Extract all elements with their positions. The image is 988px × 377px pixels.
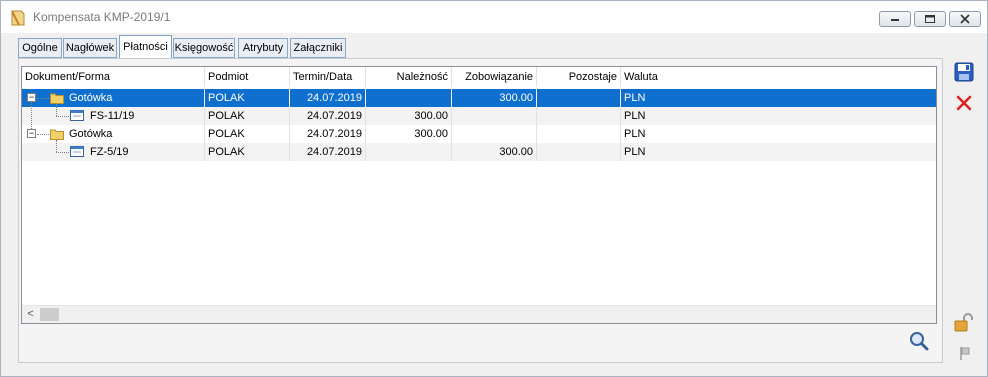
maximize-button[interactable] [914, 11, 946, 27]
save-icon[interactable] [953, 61, 975, 83]
receivable-cell [366, 143, 452, 161]
table-row[interactable]: − Gotówka POLAK 24.07.2019 300.00 PLN [22, 125, 936, 143]
compensation-window: Kompensata KMP-2019/1 Ogólne Nagłówek Pł… [0, 0, 988, 377]
remaining-cell [537, 125, 621, 143]
window-title: Kompensata KMP-2019/1 [33, 10, 171, 24]
scrollbar-thumb[interactable] [40, 308, 59, 321]
tab-accounting[interactable]: Księgowość [173, 38, 235, 58]
tab-attachments[interactable]: Załączniki [290, 38, 346, 58]
column-header-receivable[interactable]: Należność [366, 67, 452, 87]
unlock-icon[interactable] [952, 312, 974, 334]
search-icon[interactable] [908, 330, 930, 352]
column-header-subject[interactable]: Podmiot [205, 67, 290, 87]
liability-cell [452, 107, 537, 125]
tree-connector [37, 134, 49, 135]
table-row[interactable]: − Gotówka POLAK 24.07.2019 300.00 PLN [22, 89, 936, 107]
document-label: Gotówka [69, 128, 113, 140]
liability-cell: 300.00 [452, 143, 537, 161]
document-cell: FZ-5/19 [22, 143, 205, 161]
remaining-cell [537, 89, 621, 107]
tree-connector [56, 116, 69, 117]
date-cell: 24.07.2019 [290, 143, 366, 161]
document-label: FZ-5/19 [90, 146, 129, 158]
document-cell: FS-11/19 [22, 107, 205, 125]
column-header-date[interactable]: Termin/Data [290, 67, 366, 87]
invoice-document-icon [70, 146, 84, 157]
subject-cell: POLAK [205, 107, 290, 125]
document-icon [11, 10, 25, 26]
column-header-document[interactable]: Dokument/Forma [22, 67, 205, 87]
close-window-button[interactable] [949, 11, 981, 27]
date-cell: 24.07.2019 [290, 89, 366, 107]
payments-grid[interactable]: Dokument/Forma Podmiot Termin/Data Należ… [21, 66, 937, 324]
document-cell: − Gotówka [22, 89, 205, 107]
folder-icon [50, 93, 64, 104]
tree-connector [56, 104, 57, 116]
title-bar: Kompensata KMP-2019/1 [1, 1, 987, 33]
liability-cell [452, 125, 537, 143]
invoice-document-icon [70, 110, 84, 121]
tab-header[interactable]: Nagłówek [63, 38, 117, 58]
receivable-cell: 300.00 [366, 125, 452, 143]
table-row[interactable]: FS-11/19 POLAK 24.07.2019 300.00 PLN [22, 107, 936, 125]
folder-icon [50, 129, 64, 140]
document-cell: − Gotówka [22, 125, 205, 143]
liability-cell: 300.00 [452, 89, 537, 107]
currency-cell: PLN [624, 128, 646, 140]
date-cell: 24.07.2019 [290, 125, 366, 143]
receivable-cell [366, 89, 452, 107]
remaining-cell [537, 143, 621, 161]
currency-cell: PLN [624, 92, 646, 104]
minimize-icon [891, 19, 899, 21]
tree-connector [31, 102, 32, 129]
tree-connector [56, 152, 69, 153]
minimize-button[interactable] [879, 11, 911, 27]
table-row[interactable]: FZ-5/19 POLAK 24.07.2019 300.00 PLN [22, 143, 936, 161]
currency-cell: PLN [624, 146, 646, 158]
document-label: FS-11/19 [90, 110, 135, 122]
subject-cell: POLAK [205, 125, 290, 143]
date-cell: 24.07.2019 [290, 107, 366, 125]
document-label: Gotówka [69, 92, 113, 104]
currency-cell: PLN [624, 110, 646, 122]
collapse-toggle[interactable]: − [27, 129, 36, 138]
flag-icon[interactable] [953, 342, 975, 364]
close-icon [960, 14, 970, 24]
grid-header: Dokument/Forma Podmiot Termin/Data Należ… [22, 67, 936, 87]
column-header-remaining[interactable]: Pozostaje [537, 67, 621, 87]
horizontal-scrollbar[interactable]: < [22, 305, 936, 323]
maximize-icon [925, 15, 935, 23]
column-header-currency[interactable]: Waluta [621, 67, 936, 87]
subject-cell: POLAK [205, 89, 290, 107]
tab-attributes[interactable]: Atrybuty [238, 38, 288, 58]
remaining-cell [537, 107, 621, 125]
collapse-toggle[interactable]: − [27, 93, 36, 102]
receivable-cell: 300.00 [366, 107, 452, 125]
tree-connector [37, 98, 49, 99]
tree-connector [56, 140, 57, 152]
column-header-liability[interactable]: Zobowiązanie [452, 67, 537, 87]
close-icon[interactable] [953, 92, 975, 114]
tab-general[interactable]: Ogólne [18, 38, 62, 58]
tab-payments[interactable]: Płatności [119, 35, 172, 59]
subject-cell: POLAK [205, 143, 290, 161]
scroll-left-button[interactable]: < [22, 306, 39, 323]
